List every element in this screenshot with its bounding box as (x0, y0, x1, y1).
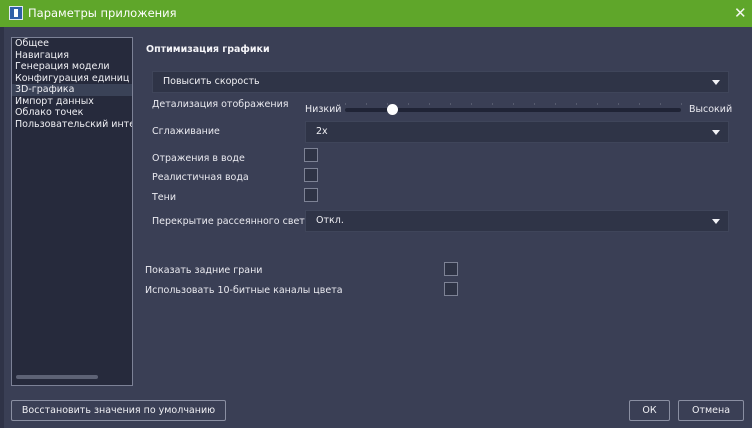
optimization-mode-select[interactable]: Повысить скорость (152, 71, 729, 93)
slider-tick (597, 103, 598, 105)
shadows-label: Тени (152, 192, 177, 203)
slider-tick (639, 103, 640, 105)
water-reflections-label: Отражения в воде (152, 153, 245, 164)
color10bit-label: Использовать 10-битные каналы цвета (145, 285, 343, 296)
slider-tick (681, 103, 682, 105)
slider-tick (513, 103, 514, 105)
backfaces-checkbox[interactable] (444, 262, 458, 276)
settings-category-list[interactable]: Общее Навигация Генерация модели Конфигурац… (11, 37, 133, 386)
slider-tick (618, 103, 619, 105)
section-title: Оптимизация графики (146, 44, 270, 55)
ambient-occlusion-label: Перекрытие рассеянного света (152, 216, 311, 227)
detail-max-label: Высокий (689, 104, 733, 115)
detail-slider-handle[interactable] (386, 104, 398, 115)
sidebar-item[interactable]: 3D-графика (12, 84, 132, 96)
app-logo-icon (9, 6, 23, 20)
antialias-label: Сглаживание (152, 126, 220, 137)
slider-tick (471, 103, 472, 105)
slider-tick (576, 103, 577, 105)
restore-defaults-button[interactable]: Восстановить значения по умолчанию (11, 400, 226, 421)
chevron-down-icon (712, 219, 720, 224)
antialias-value: 2x (316, 126, 328, 137)
antialias-select[interactable]: 2x (305, 121, 729, 143)
window-edge (0, 27, 4, 428)
shadows-checkbox[interactable] (304, 188, 318, 202)
optimization-mode-value: Повысить скорость (163, 76, 260, 87)
slider-tick (408, 103, 409, 105)
ambient-occlusion-select[interactable]: Откл. (305, 210, 729, 232)
sidebar-item[interactable]: Пользовательский интер (12, 119, 132, 131)
sidebar-item[interactable]: Навигация (12, 50, 132, 62)
slider-tick (534, 103, 535, 105)
chevron-down-icon (712, 80, 720, 85)
slider-tick (366, 103, 367, 105)
sidebar-scrollbar[interactable] (16, 375, 98, 379)
window-title: Параметры приложения (28, 6, 177, 20)
slider-tick (492, 103, 493, 105)
sidebar-item[interactable]: Общее (12, 38, 132, 50)
sidebar-item[interactable]: Конфигурация единиц из (12, 73, 132, 85)
ambient-occlusion-value: Откл. (316, 215, 344, 226)
chevron-down-icon (712, 130, 720, 135)
slider-tick (345, 103, 346, 105)
sidebar-item[interactable]: Генерация модели (12, 61, 132, 73)
detail-min-label: Низкий (305, 104, 342, 115)
sidebar-item[interactable]: Импорт данных (12, 96, 132, 108)
water-reflections-checkbox[interactable] (304, 148, 318, 162)
slider-tick (555, 103, 556, 105)
close-icon[interactable]: ✕ (734, 4, 747, 22)
slider-tick (660, 103, 661, 105)
detail-label: Детализация отображения (152, 99, 289, 110)
slider-tick (450, 103, 451, 105)
realistic-water-label: Реалистичная вода (152, 172, 249, 183)
sidebar-item[interactable]: Облако точек (12, 107, 132, 119)
title-bar: Параметры приложения ✕ (0, 0, 752, 27)
cancel-button[interactable]: Отмена (678, 400, 744, 421)
realistic-water-checkbox[interactable] (304, 168, 318, 182)
ok-button[interactable]: ОК (629, 400, 670, 421)
backfaces-label: Показать задние грани (145, 265, 263, 276)
slider-tick (429, 103, 430, 105)
color10bit-checkbox[interactable] (444, 282, 458, 296)
